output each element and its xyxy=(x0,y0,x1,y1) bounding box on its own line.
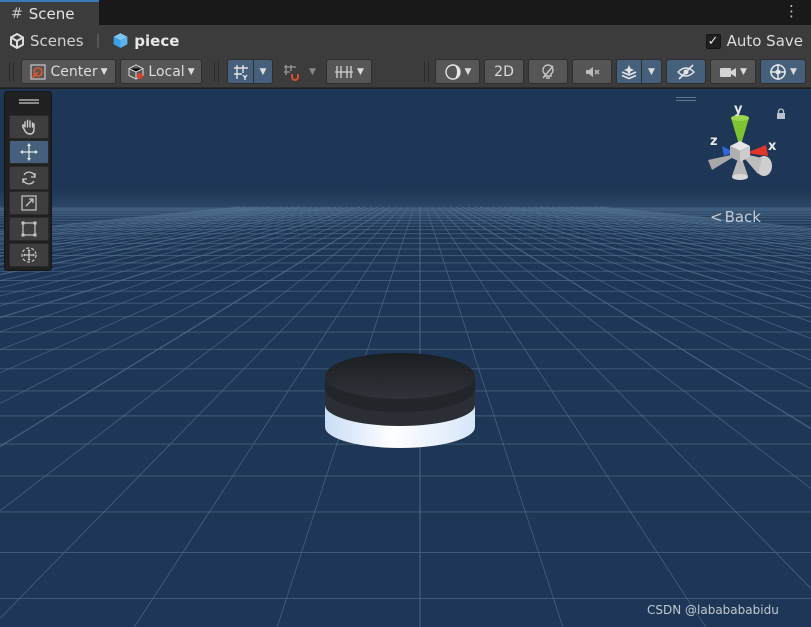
tools-overlay xyxy=(4,91,52,271)
scale-tool-button[interactable] xyxy=(9,191,49,215)
draw-mode-dropdown[interactable]: ▼ xyxy=(435,59,480,84)
chevron-down-icon: ▼ xyxy=(187,66,195,77)
watermark: CSDN @lababababidu xyxy=(647,603,779,617)
scene-toolbar: Center ▼ Local ▼ ▼ ▼ ▼ ▼ 2D ▼ ▼ ▼ xyxy=(0,56,811,88)
piece-cylinder[interactable] xyxy=(325,353,475,448)
toolbar-grip[interactable] xyxy=(424,62,429,82)
chevron-down-icon: ▼ xyxy=(259,66,267,77)
increment-snap-icon xyxy=(335,65,354,78)
gizmo-z-label: z xyxy=(710,134,718,149)
more-menu-icon[interactable]: ⋮ xyxy=(784,3,799,19)
breadcrumb: Scenes | piece ✓ Auto Save xyxy=(0,25,811,56)
scene-visibility-button[interactable] xyxy=(666,59,706,84)
pivot-center-icon xyxy=(30,63,47,80)
breadcrumb-scenes[interactable]: Scenes xyxy=(9,32,84,50)
breadcrumb-piece[interactable]: piece xyxy=(112,32,179,50)
gizmos-dropdown[interactable]: ▼ xyxy=(760,59,806,84)
breadcrumb-scenes-label: Scenes xyxy=(30,31,84,50)
mode-2d-button[interactable]: 2D xyxy=(484,59,524,84)
pivot-rotation-label: Local xyxy=(148,63,185,80)
shaded-sphere-icon xyxy=(444,63,461,80)
view-orientation-text: Back xyxy=(724,208,761,226)
tab-scene-label: Scene xyxy=(28,4,75,23)
gizmo-globe-icon xyxy=(770,63,787,80)
chevron-down-icon: ▼ xyxy=(648,66,655,77)
transform-all-icon xyxy=(21,247,37,263)
view-tool-button[interactable] xyxy=(9,115,49,139)
hand-icon xyxy=(21,119,35,135)
pivot-mode-label: Center xyxy=(50,63,98,80)
toolbar-grip[interactable] xyxy=(9,62,14,82)
lighting-toggle-button[interactable] xyxy=(528,59,568,84)
effects-layers-icon xyxy=(621,64,637,79)
chevron-down-icon: ▼ xyxy=(100,66,108,77)
rect-tool-button[interactable] xyxy=(9,217,49,241)
lock-icon[interactable] xyxy=(776,108,786,120)
gizmo-drag-handle[interactable] xyxy=(676,97,696,101)
local-cube-icon xyxy=(128,63,144,80)
camera-settings-dropdown[interactable]: ▼ xyxy=(710,59,756,84)
grid-visibility-button[interactable] xyxy=(227,59,254,84)
grid-snapping-dropdown[interactable]: ▼ xyxy=(304,59,322,84)
snap-magnet-icon xyxy=(283,64,299,81)
orientation-gizmo[interactable]: y x z xyxy=(696,98,786,193)
scene-grid-canvas xyxy=(0,89,811,627)
unity-logo-icon xyxy=(10,32,24,49)
auto-save-label: Auto Save xyxy=(726,32,803,50)
auto-save-toggle[interactable]: ✓ Auto Save xyxy=(705,32,803,50)
view-orientation-label[interactable]: < Back xyxy=(710,208,761,226)
mode-2d-label: 2D xyxy=(494,63,514,80)
audio-mute-icon xyxy=(586,66,600,77)
transform-tool-button[interactable] xyxy=(9,243,49,267)
grid-hash-icon: # xyxy=(11,5,23,22)
eye-hidden-icon xyxy=(677,63,695,80)
rect-transform-icon xyxy=(21,221,37,237)
chevron-down-icon: ▼ xyxy=(309,66,316,77)
increment-snap-dropdown[interactable]: ▼ xyxy=(326,59,372,84)
tab-scene[interactable]: # Scene xyxy=(0,0,99,25)
move-tool-button[interactable] xyxy=(9,140,49,164)
prefab-cube-icon xyxy=(113,33,128,48)
auto-save-checkbox[interactable]: ✓ xyxy=(705,33,721,49)
overlay-drag-handle[interactable] xyxy=(19,99,39,104)
effects-dropdown[interactable]: ▼ xyxy=(642,59,662,84)
light-bulb-icon xyxy=(542,63,554,79)
chevron-left-icon: < xyxy=(710,208,723,226)
audio-toggle-button[interactable] xyxy=(572,59,612,84)
gizmo-y-label: y xyxy=(734,102,743,117)
breadcrumb-piece-label: piece xyxy=(134,31,180,50)
grid-axis-dropdown[interactable]: ▼ xyxy=(254,59,273,84)
rotate-tool-button[interactable] xyxy=(9,166,49,190)
chevron-down-icon: ▼ xyxy=(790,66,797,77)
grid-snapping-button[interactable] xyxy=(277,59,304,84)
effects-toggle-button[interactable] xyxy=(616,59,642,84)
chevron-down-icon: ▼ xyxy=(740,66,747,77)
toolbar-grip[interactable] xyxy=(214,62,219,82)
breadcrumb-separator: | xyxy=(95,32,101,49)
chevron-down-icon: ▼ xyxy=(357,66,364,77)
pivot-rotation-dropdown[interactable]: Local ▼ xyxy=(120,59,202,84)
gizmo-x-label: x xyxy=(768,139,777,154)
scene-viewport[interactable] xyxy=(0,89,811,627)
pivot-mode-dropdown[interactable]: Center ▼ xyxy=(21,59,116,84)
window-tab-bar: # Scene ⋮ xyxy=(0,0,811,25)
grid-y-icon xyxy=(233,64,248,80)
camera-icon xyxy=(720,67,737,77)
scale-icon xyxy=(21,195,37,211)
chevron-down-icon: ▼ xyxy=(464,66,472,77)
rotate-icon xyxy=(22,171,36,185)
move-arrows-icon xyxy=(20,143,38,161)
